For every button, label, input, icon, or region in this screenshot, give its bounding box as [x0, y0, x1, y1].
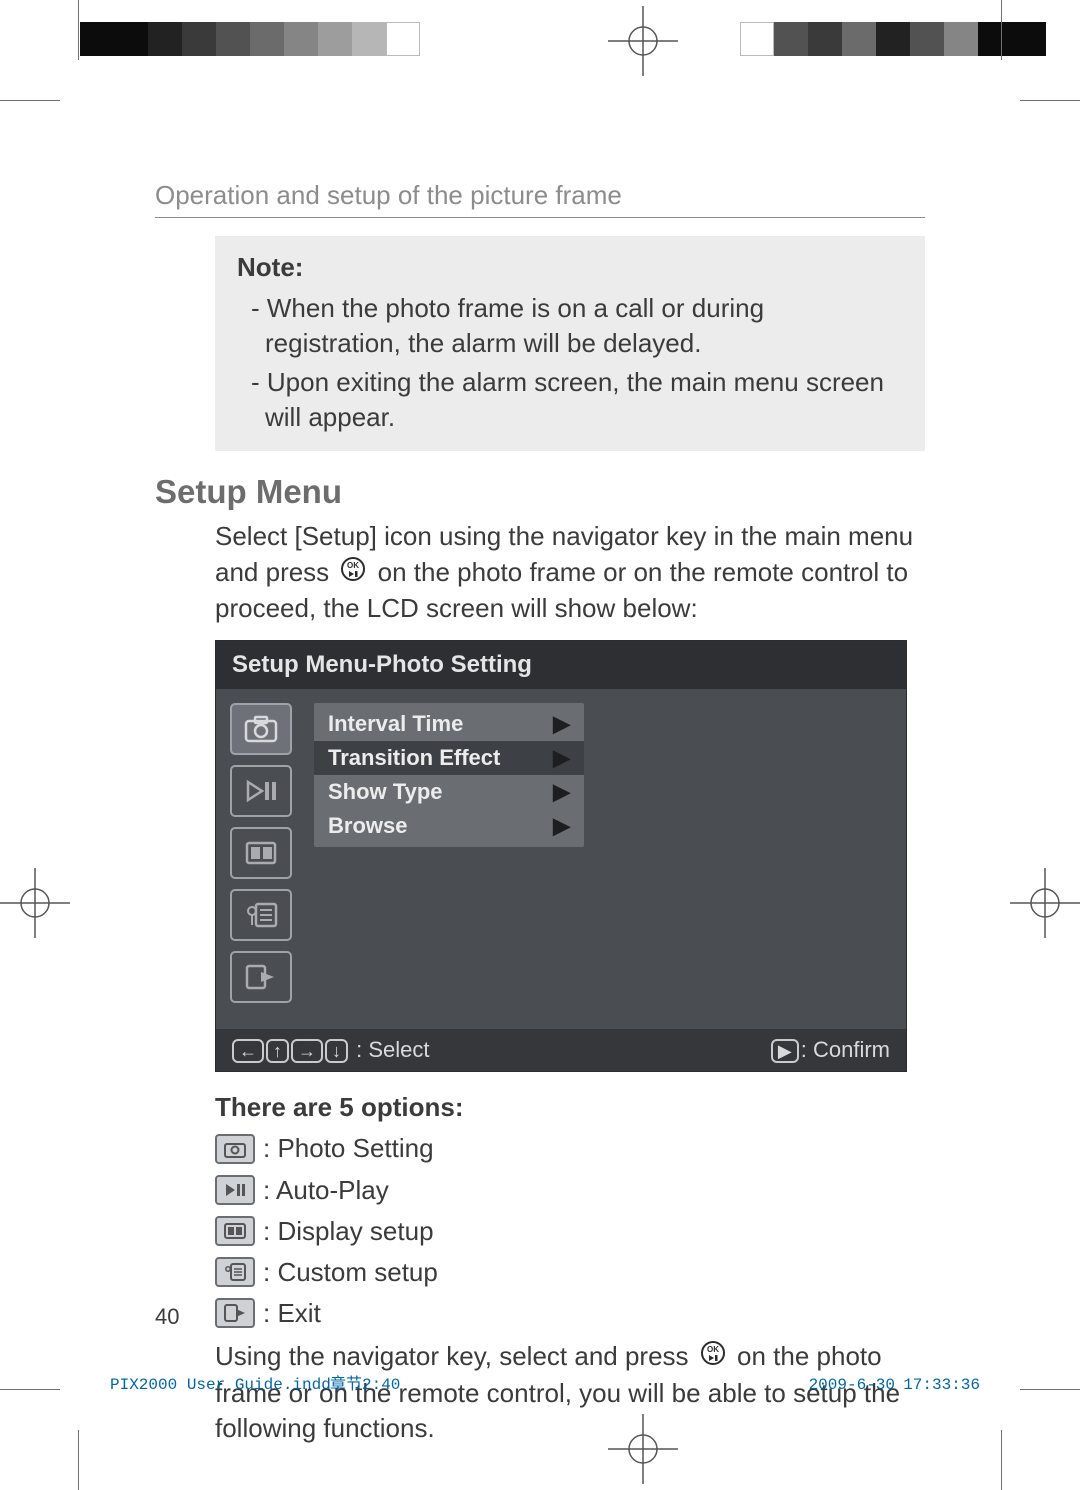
crop-mark	[1001, 0, 1002, 60]
display-setup-icon	[215, 1216, 255, 1246]
option-row: : Custom setup	[215, 1255, 925, 1290]
crop-mark	[1020, 100, 1080, 101]
lcd-submenu: Interval Time ▶ Transition Effect ▶ Show T…	[314, 703, 584, 847]
note-item: - When the photo frame is on a call or d…	[237, 291, 907, 361]
chevron-right-icon: ▶	[553, 779, 570, 805]
option-label: : Custom setup	[263, 1255, 438, 1290]
lcd-title: Setup Menu-Photo Setting	[216, 641, 906, 689]
exit-icon	[230, 951, 292, 1003]
submenu-label: Browse	[328, 813, 407, 839]
chevron-right-icon: ▶	[553, 711, 570, 737]
crop-mark	[1001, 1430, 1002, 1490]
ok-play-icon: OK	[340, 556, 366, 591]
option-row: : Auto-Play	[215, 1173, 925, 1208]
hint-text: : Select	[356, 1037, 429, 1062]
submenu-label: Show Type	[328, 779, 443, 805]
submenu-row: Interval Time ▶	[314, 707, 584, 741]
auto-play-icon	[215, 1175, 255, 1205]
submenu-row: Transition Effect ▶	[314, 741, 584, 775]
hint-text: : Confirm	[801, 1037, 890, 1062]
slug-date: 2009-6-30	[809, 1376, 895, 1394]
crop-mark	[0, 100, 60, 101]
crop-mark	[78, 1430, 79, 1490]
registration-mark-right	[1010, 868, 1080, 938]
crop-mark	[1020, 1389, 1080, 1390]
page-number: 40	[155, 1304, 179, 1330]
svg-text:OK: OK	[347, 561, 359, 570]
chevron-right-icon: ▶	[553, 745, 570, 771]
photo-setting-icon	[230, 703, 292, 755]
play-icon: ▶	[771, 1039, 799, 1063]
option-label: : Photo Setting	[263, 1131, 434, 1166]
closing-text: Using the navigator key, select and pres…	[215, 1341, 696, 1371]
options-heading: There are 5 options:	[215, 1090, 925, 1125]
svg-text:OK: OK	[707, 1345, 719, 1354]
hint-select: ←↑→↓ : Select	[232, 1037, 430, 1063]
option-row: : Photo Setting	[215, 1131, 925, 1166]
custom-setup-icon	[215, 1257, 255, 1287]
submenu-label: Interval Time	[328, 711, 463, 737]
chevron-right-icon: ▶	[553, 813, 570, 839]
slug-filename: PIX2000 User Guide.indd	[110, 1376, 331, 1394]
section-heading: Setup Menu	[155, 473, 925, 511]
crop-mark	[78, 0, 79, 60]
registration-mark-top	[608, 6, 678, 76]
option-label: : Exit	[263, 1296, 321, 1331]
slug-section: 章节2:40	[330, 1370, 400, 1394]
lcd-screenshot: Setup Menu-Photo Setting Interval Time ▶ …	[215, 640, 907, 1072]
submenu-row: Show Type ▶	[314, 775, 584, 809]
display-setup-icon	[230, 827, 292, 879]
arrow-right-icon: →	[291, 1039, 323, 1063]
option-label: : Auto-Play	[263, 1173, 389, 1208]
submenu-row: Browse ▶	[314, 809, 584, 843]
arrow-down-icon: ↓	[325, 1039, 348, 1063]
option-row: : Exit	[215, 1296, 925, 1331]
option-row: : Display setup	[215, 1214, 925, 1249]
hint-confirm: ▶: Confirm	[771, 1037, 890, 1063]
ok-play-icon: OK	[700, 1340, 726, 1375]
crop-mark	[0, 1389, 60, 1390]
note-box: Note: - When the photo frame is on a cal…	[215, 236, 925, 451]
photo-setting-icon	[215, 1134, 255, 1164]
arrow-left-icon: ←	[232, 1039, 264, 1063]
lcd-hintbar: ←↑→↓ : Select ▶: Confirm	[216, 1029, 906, 1071]
exit-icon	[215, 1298, 255, 1328]
registration-mark-left	[0, 868, 70, 938]
lcd-sidebar	[230, 703, 300, 1003]
page-content: Operation and setup of the picture frame…	[155, 180, 925, 1446]
custom-setup-icon	[230, 889, 292, 941]
intro-paragraph: Select [Setup] icon using the navigator …	[215, 519, 925, 626]
submenu-label: Transition Effect	[328, 745, 500, 771]
note-title: Note:	[237, 250, 907, 285]
arrow-up-icon: ↑	[266, 1039, 289, 1063]
auto-play-icon	[230, 765, 292, 817]
option-label: : Display setup	[263, 1214, 434, 1249]
running-header: Operation and setup of the picture frame	[155, 180, 925, 218]
slug-time: 17:33:36	[903, 1376, 980, 1394]
colour-bar-left	[80, 22, 420, 56]
note-item: - Upon exiting the alarm screen, the mai…	[237, 365, 907, 435]
